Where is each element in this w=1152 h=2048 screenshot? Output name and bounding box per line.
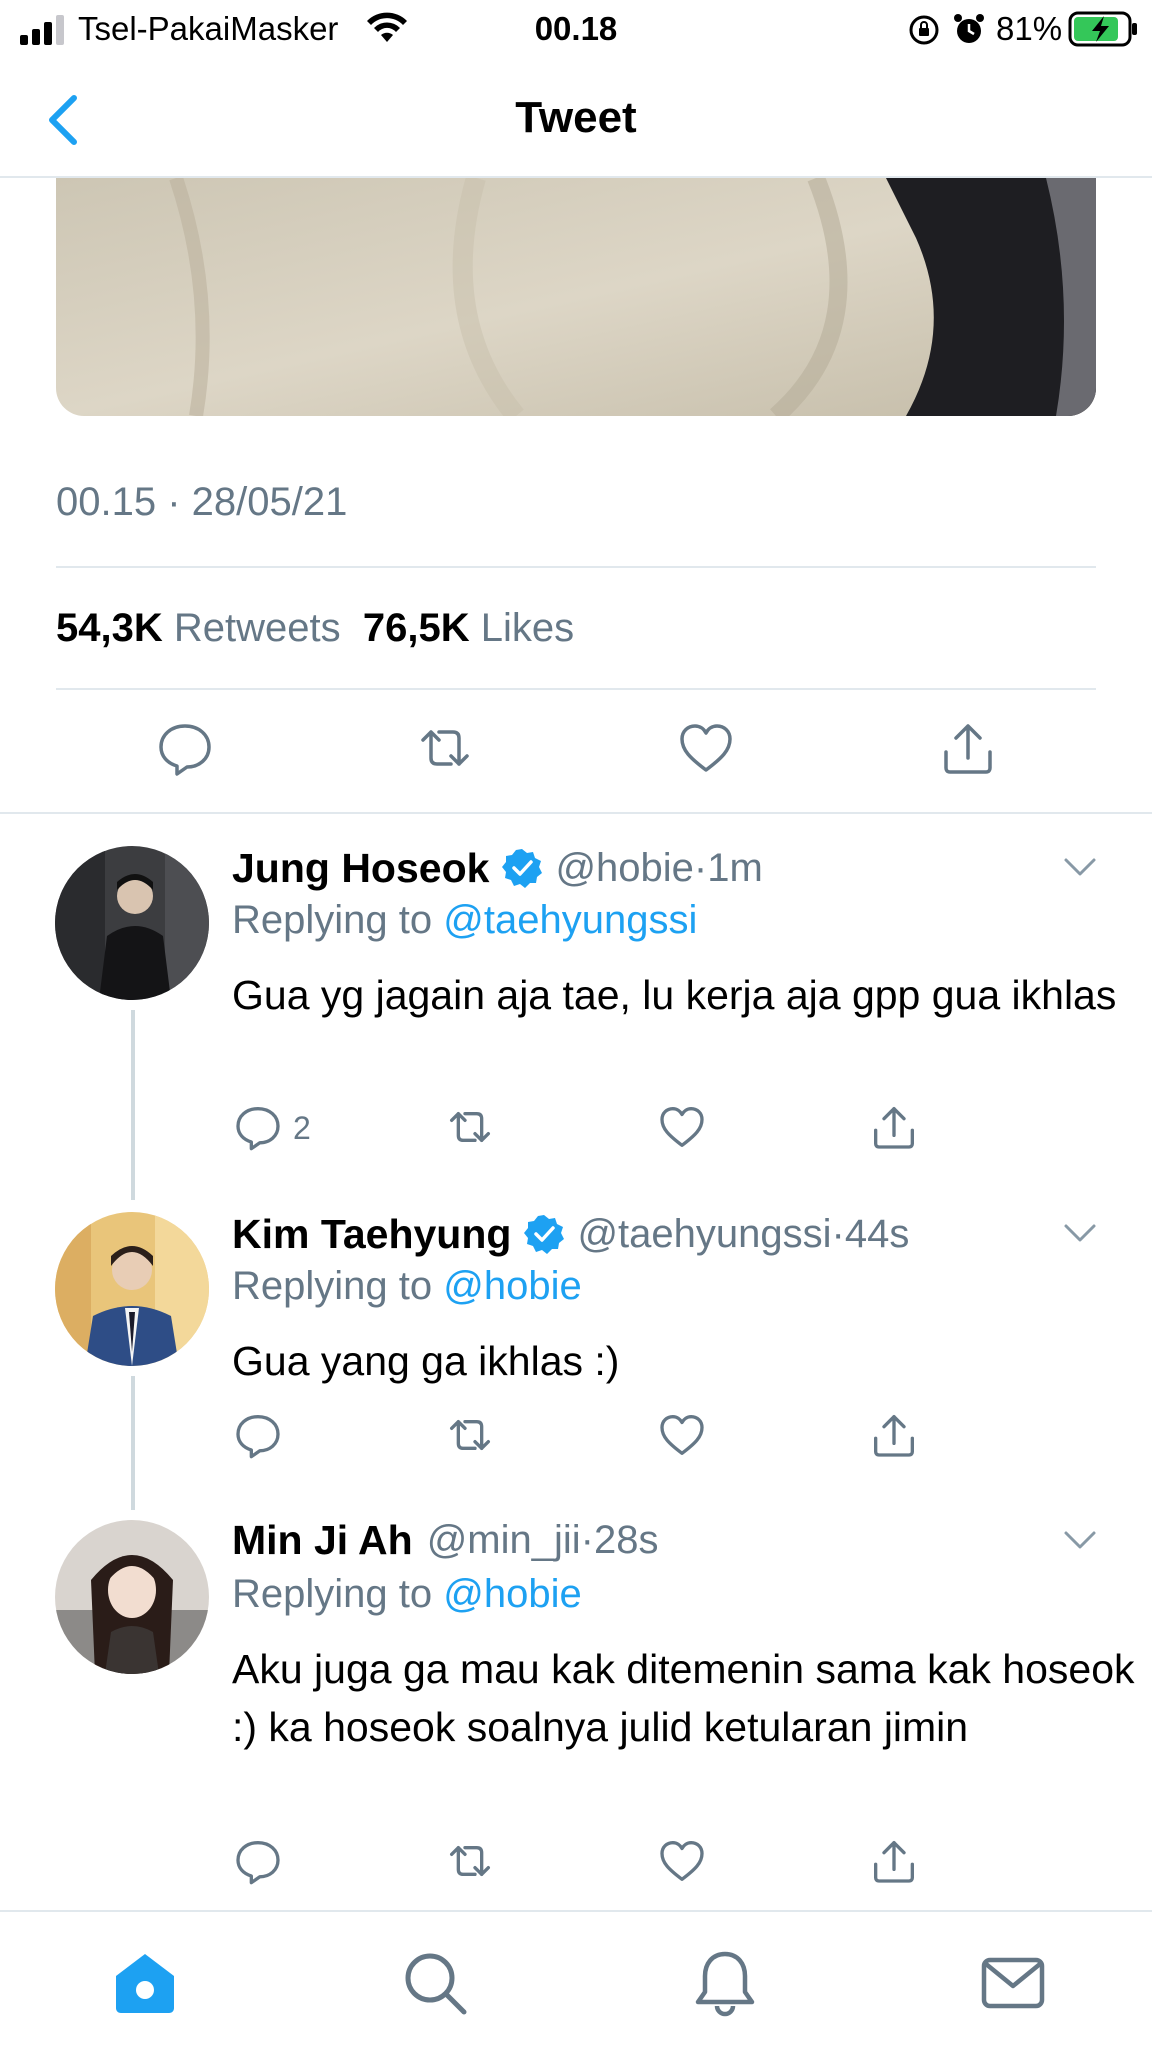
replying-to: Replying to @taehyungssi: [232, 898, 697, 943]
like-label: Likes: [480, 606, 575, 650]
like-count: 76,5K: [362, 606, 470, 650]
reply-text: Gua yang ga ikhlas :): [232, 1338, 620, 1384]
avatar[interactable]: [55, 846, 209, 1000]
reply-header: Jung Hoseok @hobie · 1m: [232, 840, 763, 896]
separator-dot: ·: [580, 1517, 594, 1562]
retweet-icon[interactable]: [445, 1102, 495, 1152]
status-bar: Tsel-PakaiMasker 00.18 81%: [0, 0, 1152, 60]
reply-header: Kim Taehyung @taehyungssi · 44s: [232, 1206, 909, 1262]
retweets-stat[interactable]: 54,3K Retweets: [56, 606, 341, 650]
user-handle[interactable]: @hobie: [555, 846, 693, 891]
tweet-image[interactable]: [56, 178, 1096, 416]
retweet-icon[interactable]: [445, 1410, 495, 1460]
replying-label: Replying to: [232, 1572, 433, 1616]
divider: [56, 566, 1096, 568]
bottom-tab-bar: [0, 1910, 1152, 2048]
reply-icon[interactable]: [233, 1410, 283, 1460]
reply-icon[interactable]: [233, 1836, 283, 1886]
avatar[interactable]: [55, 1520, 209, 1674]
mention-link[interactable]: @taehyungssi: [443, 898, 697, 942]
reply-text: Aku juga ga mau kak ditemenin sama kak h…: [232, 1646, 1135, 1750]
replying-to: Replying to @hobie: [232, 1572, 582, 1617]
tweet-image-photo: [56, 178, 1096, 416]
display-name[interactable]: Jung Hoseok: [232, 845, 489, 892]
notifications-bell-icon[interactable]: [690, 1948, 760, 2018]
tweet-timestamp: 00.15 · 28/05/21: [56, 480, 347, 525]
display-name[interactable]: Min Ji Ah: [232, 1517, 413, 1564]
verified-badge-icon: [502, 849, 543, 888]
retweet-label: Retweets: [173, 606, 341, 650]
thread-connector: [131, 1376, 135, 1510]
mention-link[interactable]: @hobie: [443, 1264, 581, 1308]
tweet-age: 28s: [594, 1517, 659, 1562]
reply-icon[interactable]: [155, 718, 215, 778]
user-handle[interactable]: @taehyungssi: [577, 1212, 831, 1257]
separator-dot: ·: [167, 480, 192, 524]
retweet-icon[interactable]: [445, 1836, 495, 1886]
tweet-stats: 54,3K Retweets 76,5K Likes: [56, 606, 574, 651]
replying-label: Replying to: [232, 1264, 433, 1308]
user-handle[interactable]: @min_jii: [427, 1518, 581, 1563]
thread-connector: [131, 1010, 135, 1200]
separator-dot: ·: [831, 1211, 845, 1256]
chevron-down-icon[interactable]: [1060, 1218, 1100, 1248]
replying-to: Replying to @hobie: [232, 1264, 582, 1309]
carrier-name: Tsel-PakaiMasker: [78, 10, 339, 47]
share-icon[interactable]: [869, 1410, 919, 1460]
display-name[interactable]: Kim Taehyung: [232, 1211, 511, 1258]
signal-icon: [20, 15, 64, 45]
tweet-age: 44s: [844, 1211, 910, 1256]
reply-header: Min Ji Ah @min_jii · 28s: [232, 1512, 659, 1568]
retweet-count: 54,3K: [56, 606, 163, 650]
tweet-date: 28/05/21: [191, 480, 348, 524]
like-heart-icon[interactable]: [657, 1102, 707, 1152]
separator-dot: ·: [693, 845, 708, 890]
divider: [0, 812, 1152, 814]
tweet-time: 00.15: [56, 480, 157, 524]
chevron-down-icon[interactable]: [1060, 1525, 1100, 1555]
search-icon[interactable]: [400, 1948, 470, 2018]
reply-text: Gua yg jagain aja tae, lu kerja aja gpp …: [232, 972, 1117, 1018]
retweet-icon[interactable]: [415, 718, 475, 778]
like-heart-icon[interactable]: [657, 1836, 707, 1886]
wifi-icon: [367, 12, 407, 42]
replying-label: Replying to: [232, 898, 433, 942]
mention-link[interactable]: @hobie: [443, 1572, 581, 1616]
alarm-icon: [954, 14, 984, 43]
chevron-down-icon[interactable]: [1060, 852, 1100, 882]
avatar[interactable]: [55, 1212, 209, 1366]
verified-badge-icon: [524, 1215, 565, 1254]
likes-stat[interactable]: 76,5K Likes: [363, 606, 574, 650]
battery-charging-icon: [1068, 11, 1137, 47]
reply-count: 2: [293, 1110, 311, 1146]
divider: [56, 688, 1096, 690]
reply-icon[interactable]: [233, 1102, 283, 1152]
home-icon[interactable]: [110, 1948, 180, 2018]
clock: 00.18: [534, 10, 618, 47]
like-heart-icon[interactable]: [657, 1410, 707, 1460]
tweet-age: 1m: [707, 845, 763, 890]
share-icon[interactable]: [869, 1836, 919, 1886]
battery-percent: 81%: [996, 10, 1063, 47]
share-icon[interactable]: [938, 718, 998, 778]
page-title: Tweet: [515, 93, 637, 142]
messages-envelope-icon[interactable]: [978, 1948, 1048, 2018]
rotation-lock-icon: [909, 15, 939, 45]
navigation-bar: Tweet: [0, 60, 1152, 178]
like-heart-icon[interactable]: [676, 718, 736, 778]
share-icon[interactable]: [869, 1102, 919, 1152]
